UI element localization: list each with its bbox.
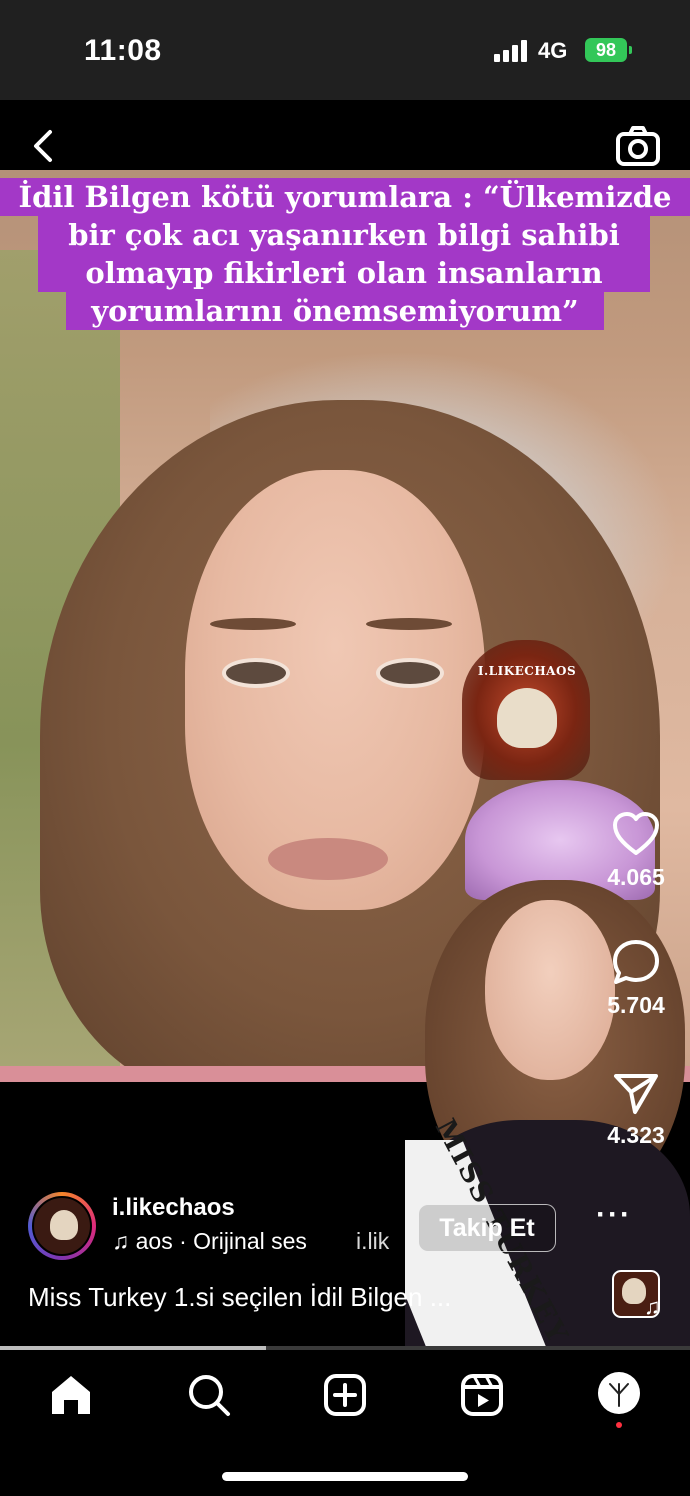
battery-cap xyxy=(629,46,632,54)
heart-icon xyxy=(613,812,659,855)
nav-home[interactable] xyxy=(48,1372,98,1422)
caption-line-4: yorumlarını önemsemiyorum” xyxy=(66,292,604,330)
skull-icon xyxy=(497,688,557,748)
status-time: 11:08 xyxy=(84,34,162,67)
reels-icon xyxy=(461,1374,503,1416)
send-icon xyxy=(614,1074,658,1114)
battery-icon: 98 xyxy=(585,38,627,62)
follow-button[interactable]: Takip Et xyxy=(418,1204,556,1252)
video-caption-banner: İdil Bilgen kötü yorumlara : “Ülkemizde … xyxy=(0,178,690,353)
search-icon xyxy=(189,1375,230,1416)
author-avatar[interactable] xyxy=(28,1192,96,1260)
back-button[interactable] xyxy=(28,124,62,168)
brow-right xyxy=(366,618,452,630)
notification-dot xyxy=(616,1422,622,1428)
nav-reels[interactable] xyxy=(459,1372,509,1422)
status-bar: 11:08 4G 98 xyxy=(0,0,690,100)
chevron-left-icon xyxy=(34,130,52,162)
camera-button[interactable] xyxy=(614,124,662,168)
camera-icon xyxy=(616,126,660,166)
like-count: 4.065 xyxy=(607,864,665,890)
brow-left xyxy=(210,618,296,630)
signal-icon xyxy=(494,40,530,62)
avatar-image xyxy=(32,1196,92,1256)
sticker-label: I.LIKECHAOS xyxy=(477,664,577,678)
skull-icon xyxy=(622,1278,646,1304)
audio-text: aos · Orijinal ses xyxy=(135,1228,307,1254)
lips-shape xyxy=(268,838,388,880)
nav-profile-avatar[interactable] xyxy=(598,1372,640,1414)
caption-line-3: olmayıp fikirleri olan insanların xyxy=(38,254,650,292)
comment-icon xyxy=(613,940,659,984)
nav-create[interactable] xyxy=(322,1372,372,1422)
eye-right xyxy=(376,658,444,688)
caption-line-1: İdil Bilgen kötü yorumlara : “Ülkemizde xyxy=(0,178,690,216)
post-caption[interactable]: Miss Turkey 1.si seçilen İdil Bilgen ... xyxy=(28,1282,451,1313)
like-button[interactable]: 4.065 xyxy=(590,810,682,891)
music-note-icon: ♫ xyxy=(644,1294,661,1319)
music-note-icon: ♫ xyxy=(112,1228,136,1254)
comment-count: 5.704 xyxy=(607,992,665,1018)
audio-label[interactable]: ♫ aos · Orijinal ses xyxy=(112,1228,307,1255)
caption-line-2: bir çok acı yaşanırken bilgi sahibi xyxy=(38,216,650,254)
share-count: 4.323 xyxy=(607,1122,665,1148)
profile-logo-icon xyxy=(609,1383,629,1407)
eye-left xyxy=(222,658,290,688)
nav-search[interactable] xyxy=(186,1372,236,1422)
create-icon xyxy=(324,1374,366,1416)
skull-icon xyxy=(50,1210,78,1240)
battery-level: 98 xyxy=(595,40,617,60)
post-author-row: i.likechaos ♫ aos · Orijinal ses i.lik T… xyxy=(28,1192,668,1262)
share-button[interactable]: 4.323 xyxy=(590,1070,682,1149)
author-username[interactable]: i.likechaos xyxy=(112,1194,235,1222)
comment-button[interactable]: 5.704 xyxy=(590,938,682,1019)
audio-scroll-text: i.lik xyxy=(356,1228,390,1254)
network-type: 4G xyxy=(538,38,568,63)
home-indicator[interactable] xyxy=(222,1472,468,1481)
home-icon xyxy=(52,1376,90,1414)
